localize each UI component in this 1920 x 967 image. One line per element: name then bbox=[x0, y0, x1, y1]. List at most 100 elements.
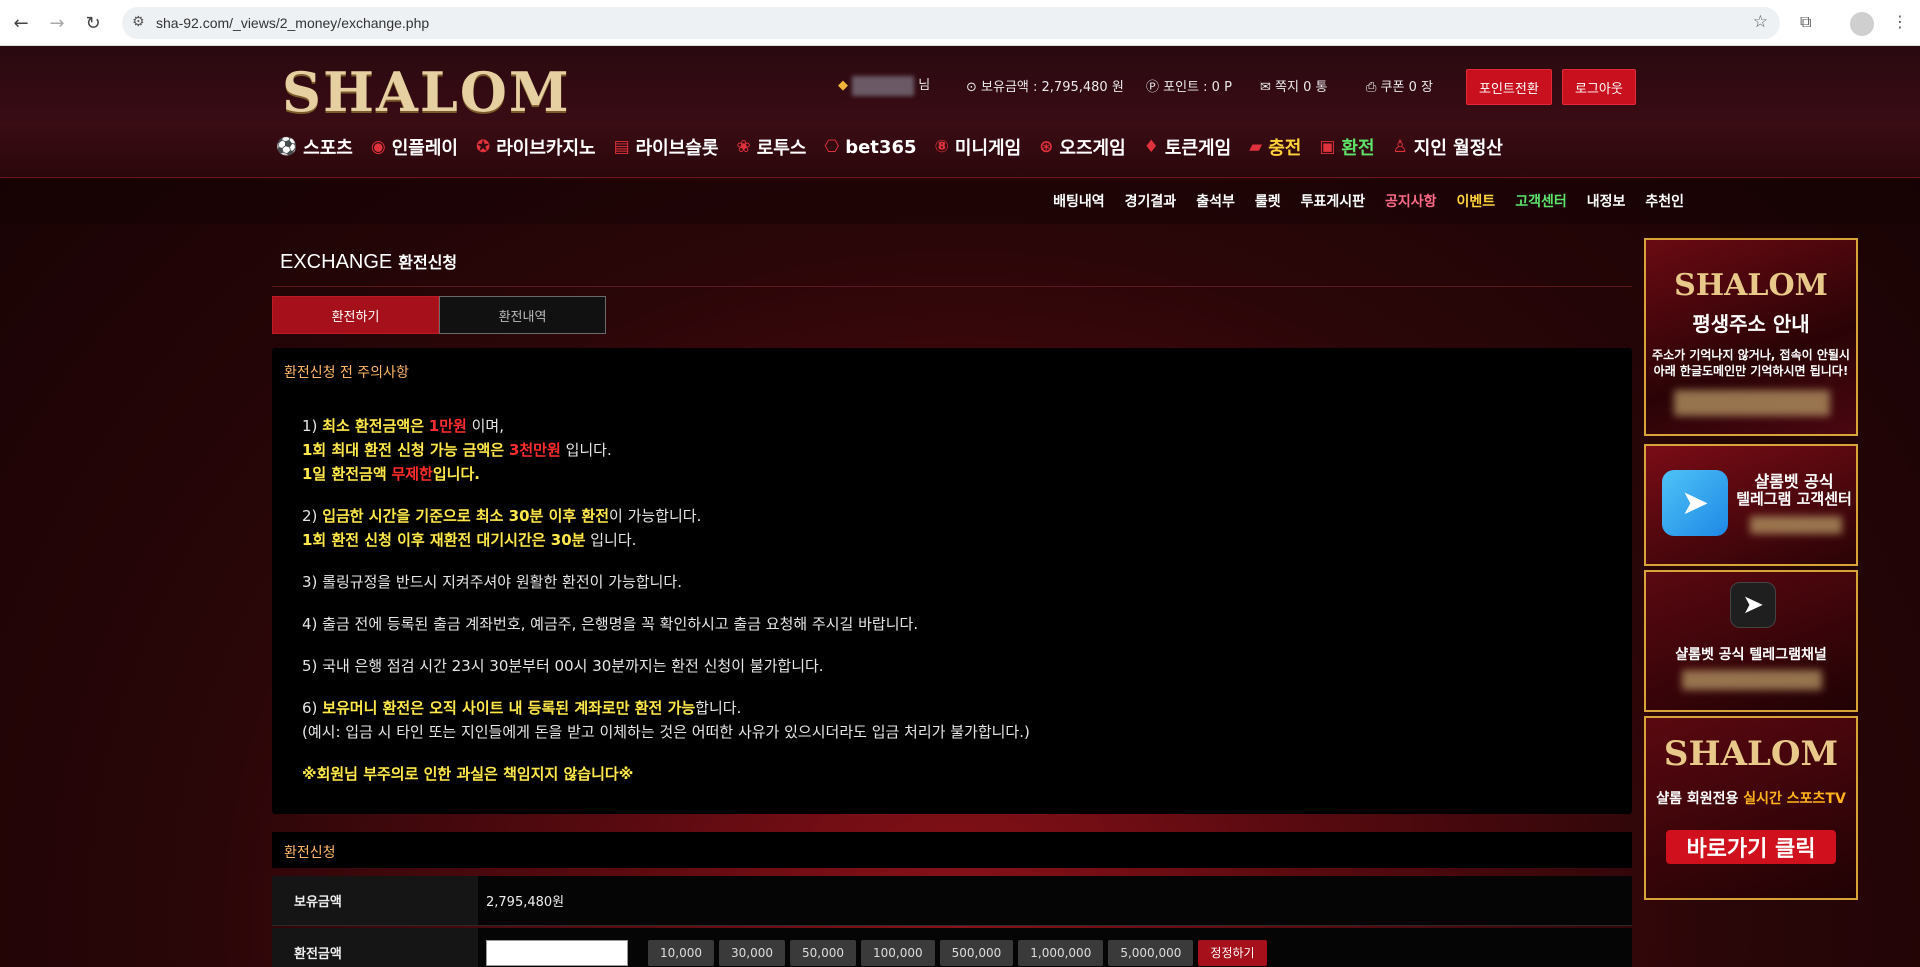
bookmark-star-icon[interactable]: ☆ bbox=[1753, 12, 1768, 32]
casino-chip-icon: ✪ bbox=[475, 137, 491, 157]
amount-btn-500000[interactable]: 500,000 bbox=[939, 939, 1014, 966]
deposit-icon: ▰ bbox=[1249, 137, 1263, 157]
money-bag-icon: ⊙ bbox=[966, 80, 977, 95]
level-badge-icon: ◆ bbox=[838, 78, 848, 93]
blurred-username bbox=[852, 75, 915, 96]
amount-btn-5000000[interactable]: 5,000,000 bbox=[1108, 939, 1194, 966]
point-p-icon: Ⓟ bbox=[1146, 80, 1160, 95]
slot-icon: ▤ bbox=[613, 137, 630, 157]
banner-telegram-channel[interactable]: ➤ 샬롬벳 공식 텔레그램채널 bbox=[1644, 570, 1858, 712]
go-now-button[interactable]: 바로가기 클릭 bbox=[1666, 830, 1836, 864]
nav-referral-settlement[interactable]: ♙ 지인 월정산 bbox=[1393, 134, 1503, 160]
telegram-channel-icon: ➤ bbox=[1730, 582, 1776, 628]
notice-item-5: 5) 국내 은행 점검 시간 23시 30분부터 00시 30분까지는 환전 신… bbox=[302, 657, 824, 675]
banner-permanent-address[interactable]: SHALOM 평생주소 안내 주소가 기억나지 않거나, 접속이 안될시 아래 … bbox=[1644, 238, 1858, 436]
subnav-my-info[interactable]: 내정보 bbox=[1587, 191, 1626, 211]
balance-value: 2,795,480원 bbox=[478, 876, 1632, 926]
gamepad-icon: ⎔ bbox=[824, 137, 840, 157]
url-text[interactable]: sha-92.com/_views/2_money/exchange.php bbox=[156, 15, 429, 31]
notice-warning: ※회원님 부주의로 인한 과실은 책임지지 않습니다※ bbox=[302, 765, 634, 783]
back-icon[interactable]: ← bbox=[8, 10, 34, 36]
reload-icon[interactable]: ↻ bbox=[80, 10, 106, 36]
form-heading-bar: 환전신청 bbox=[272, 832, 1632, 868]
amount-label: 환전금액 bbox=[272, 928, 478, 967]
nav-sports[interactable]: ⚽ 스포츠 bbox=[276, 134, 353, 160]
envelope-icon: ✉ bbox=[1260, 80, 1271, 95]
messages-link[interactable]: ✉ 쪽지 0 통 bbox=[1260, 76, 1327, 95]
subnav-customer-center[interactable]: 고객센터 bbox=[1515, 191, 1567, 211]
notice-heading: 환전신청 전 주의사항 bbox=[284, 365, 409, 381]
notice-list: 1) 최소 환전금액은 1만원 이며, 1회 최대 환전 신청 가능 금액은 3… bbox=[302, 414, 1030, 786]
lotus-icon: ❀ bbox=[736, 137, 751, 157]
tab-exchange-history[interactable]: 환전내역 bbox=[439, 296, 606, 334]
user-name[interactable]: ◆ 님 bbox=[838, 74, 930, 96]
nav-token-game[interactable]: ♦ 토큰게임 bbox=[1144, 134, 1232, 160]
address-bar[interactable]: ⚙ sha-92.com/_views/2_money/exchange.php… bbox=[122, 7, 1780, 39]
amount-btn-1000000[interactable]: 1,000,000 bbox=[1018, 939, 1104, 966]
form-heading: 환전신청 bbox=[284, 845, 336, 861]
amount-btn-50000[interactable]: 50,000 bbox=[790, 939, 856, 966]
title-divider bbox=[272, 286, 1632, 287]
menu-kebab-icon[interactable]: ⋮ bbox=[1892, 12, 1908, 31]
browser-toolbar: ← → ↻ ⚙ sha-92.com/_views/2_money/exchan… bbox=[0, 0, 1920, 46]
live-icon: ◉ bbox=[370, 137, 386, 157]
banner-sports-tv[interactable]: SHALOM 샬롬 회원전용 실시간 스포츠TV 바로가기 클릭 bbox=[1644, 716, 1858, 900]
nav-inplay[interactable]: ◉ 인플레이 bbox=[371, 134, 458, 160]
profile-avatar[interactable] bbox=[1850, 12, 1874, 36]
balance-label: 보유금액 bbox=[272, 876, 478, 926]
subnav-bet-history[interactable]: 배팅내역 bbox=[1053, 191, 1105, 211]
nav-live-casino[interactable]: ✪ 라이브카지노 bbox=[476, 134, 596, 160]
subnav-attendance[interactable]: 출석부 bbox=[1196, 191, 1235, 211]
notice-item-3: 3) 롤링규정을 반드시 지켜주셔야 원활한 환전이 가능합니다. bbox=[302, 573, 682, 591]
nav-exchange[interactable]: ▣ 환전 bbox=[1319, 134, 1374, 160]
token-icon: ♦ bbox=[1143, 137, 1159, 157]
nav-deposit[interactable]: ▰ 충전 bbox=[1249, 134, 1301, 160]
nav-lotus[interactable]: ❀ 로투스 bbox=[736, 134, 806, 160]
form-row-amount: 환전금액 10,000 30,000 50,000 100,000 500,00… bbox=[272, 928, 1632, 967]
blurred-channel-id bbox=[1682, 670, 1822, 690]
amount-input[interactable] bbox=[486, 939, 628, 966]
exchange-icon: ▣ bbox=[1319, 137, 1336, 157]
sub-nav: 배팅내역 경기결과 출석부 룰렛 투표게시판 공지사항 이벤트 고객센터 내정보… bbox=[1033, 191, 1684, 211]
nav-live-slot[interactable]: ▤ 라이브슬롯 bbox=[614, 134, 719, 160]
subnav-vote-board[interactable]: 투표게시판 bbox=[1301, 191, 1365, 211]
balance-display: ⊙ 보유금액 : 2,795,480 원 bbox=[966, 80, 1124, 95]
extensions-icon[interactable]: ⧉ bbox=[1800, 12, 1811, 32]
telegram-icon: ➤ bbox=[1662, 470, 1728, 536]
person-icon: ♙ bbox=[1392, 137, 1408, 157]
coupons-link[interactable]: ⎙ 쿠폰 0 장 bbox=[1366, 76, 1433, 95]
nav-minigame[interactable]: ⑧ 미니게임 bbox=[935, 134, 1022, 160]
page-title: EXCHANGE 환전신청 bbox=[280, 251, 458, 273]
blurred-telegram-id bbox=[1750, 516, 1842, 534]
forward-icon[interactable]: → bbox=[44, 10, 70, 36]
amount-btn-30000[interactable]: 30,000 bbox=[719, 939, 785, 966]
logout-button[interactable]: 로그아웃 bbox=[1562, 69, 1636, 105]
site-logo[interactable]: SHALOM bbox=[282, 60, 571, 124]
exchange-tabs: 환전하기 환전내역 bbox=[272, 296, 606, 334]
tab-exchange[interactable]: 환전하기 bbox=[272, 296, 439, 334]
notice-panel: 환전신청 전 주의사항 1) 최소 환전금액은 1만원 이며, 1회 최대 환전… bbox=[272, 348, 1632, 814]
subnav-results[interactable]: 경기결과 bbox=[1125, 191, 1177, 211]
point-convert-button[interactable]: 포인트전환 bbox=[1466, 69, 1552, 105]
reset-amount-button[interactable]: 정정하기 bbox=[1198, 939, 1267, 966]
subnav-roulette[interactable]: 룰렛 bbox=[1255, 191, 1281, 211]
site-info-icon[interactable]: ⚙ bbox=[132, 14, 145, 30]
subnav-event[interactable]: 이벤트 bbox=[1457, 191, 1496, 211]
banner-telegram-support[interactable]: ➤ 샬롬벳 공식 텔레그램 고객센터 bbox=[1644, 444, 1858, 566]
subnav-notice[interactable]: 공지사항 bbox=[1385, 191, 1437, 211]
notice-item-6-example: (예시: 입금 시 타인 또는 지인들에게 돈을 받고 이체하는 것은 어떠한 … bbox=[302, 723, 1030, 741]
main-nav: ⚽ 스포츠 ◉ 인플레이 ✪ 라이브카지노 ▤ 라이브슬롯 ❀ 로투스 ⎔ bet365 ⑧… bbox=[276, 134, 1521, 160]
coupon-icon: ⎙ bbox=[1366, 80, 1377, 95]
soccer-ball-icon: ⚽ bbox=[276, 137, 298, 157]
amount-controls: 10,000 30,000 50,000 100,000 500,000 1,0… bbox=[478, 928, 1632, 967]
nav-bet365[interactable]: ⎔ bet365 bbox=[824, 137, 916, 158]
form-row-balance: 보유금액 2,795,480원 bbox=[272, 876, 1632, 926]
blurred-domain bbox=[1674, 390, 1830, 416]
amount-btn-100000[interactable]: 100,000 bbox=[861, 939, 935, 966]
notice-item-4: 4) 출금 전에 등록된 출금 계좌번호, 예금주, 은행명을 꼭 확인하시고 … bbox=[302, 615, 919, 633]
nav-oz-game[interactable]: ⊛ 오즈게임 bbox=[1039, 134, 1126, 160]
ball-icon: ⑧ bbox=[934, 137, 949, 157]
subnav-referrer[interactable]: 추천인 bbox=[1645, 191, 1684, 211]
amount-btn-10000[interactable]: 10,000 bbox=[648, 939, 714, 966]
oz-icon: ⊛ bbox=[1039, 137, 1054, 157]
